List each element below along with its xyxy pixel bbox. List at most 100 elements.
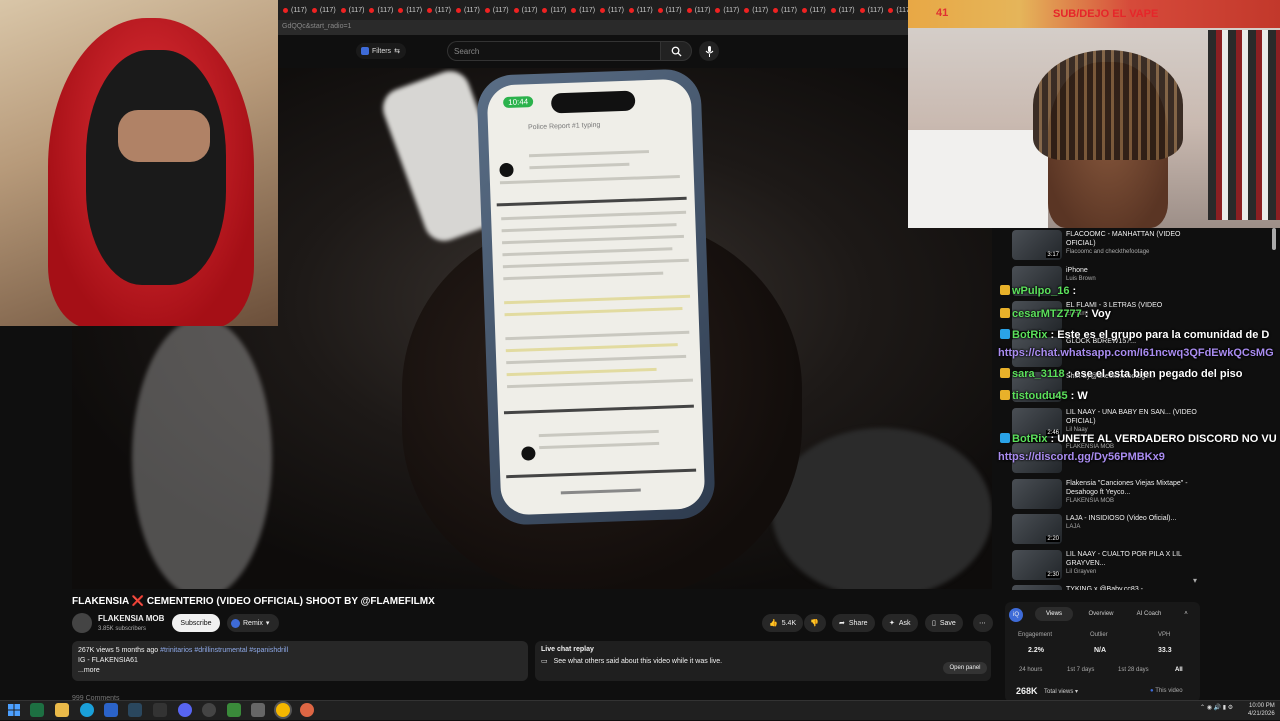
browser-tab[interactable]: (117): [600, 7, 624, 14]
chevron-down-icon[interactable]: ▾: [1193, 576, 1197, 585]
scrollbar[interactable]: [1272, 228, 1276, 250]
browser-tab[interactable]: (117): [657, 7, 682, 14]
windows-start-icon[interactable]: [8, 703, 22, 717]
browser-tab[interactable]: (117): [484, 7, 509, 14]
chat-username[interactable]: BotRix: [1012, 329, 1047, 341]
doc-rule: [503, 404, 694, 415]
microphone-icon: [705, 45, 713, 57]
chat-username[interactable]: cesarMTZ777: [1012, 308, 1082, 320]
ask-button[interactable]: ✦ Ask: [882, 614, 918, 632]
recommendation-item[interactable]: 2:20 LAJA - INSIDIOSO (Video Oficial)... L…: [1012, 514, 1198, 548]
chrome-profile-icon[interactable]: [300, 703, 314, 717]
avatar[interactable]: [72, 613, 92, 633]
range-all[interactable]: All: [1175, 667, 1183, 673]
browser-tab[interactable]: (117): [744, 7, 768, 14]
subscribe-button[interactable]: Subscribe: [172, 614, 220, 632]
edge-icon[interactable]: [80, 703, 94, 717]
chat-text: ese el esta bien pegado del piso: [1074, 368, 1243, 380]
recommendation-title[interactable]: Flakensia "Canciones Viejas Mixtape" - D…: [1066, 479, 1198, 497]
share-button[interactable]: ➦ Share: [832, 614, 875, 632]
discord-icon[interactable]: [178, 703, 192, 717]
tab-overview[interactable]: Overview: [1082, 607, 1120, 621]
video-thumbnail[interactable]: 2:20: [1012, 514, 1062, 544]
chat-link[interactable]: https://chat.whatsapp.com/I61ncwq3QFdEwk…: [998, 347, 1274, 359]
recommendation-item[interactable]: 2:30 LIL NAAY - CUALTO POR PILA X LIL GRA…: [1012, 549, 1198, 584]
chat-separator: :: [1081, 308, 1092, 320]
dislike-button[interactable]: 👎: [804, 614, 826, 632]
tab-views[interactable]: Views: [1035, 607, 1073, 621]
recommendation-channel: Luis Brown: [1066, 275, 1096, 282]
browser-tab[interactable]: (117): [340, 7, 364, 14]
browser-tab[interactable]: (117): [398, 7, 422, 14]
video-thumbnail[interactable]: 2:30: [1012, 549, 1062, 580]
chat-username[interactable]: wPulpo_16: [1012, 285, 1069, 297]
browser-tab[interactable]: (117): [369, 7, 393, 14]
browser-tab[interactable]: (117): [859, 7, 883, 14]
recommendation-title[interactable]: iPhone: [1066, 266, 1096, 275]
browser-tab[interactable]: (117): [283, 7, 307, 14]
system-tray[interactable]: ⌃ ◉ 🔊 ▮ ⚙: [1200, 704, 1233, 711]
filters-button[interactable]: Filters ⇆: [356, 43, 406, 59]
like-button[interactable]: 👍 5.4K: [762, 614, 804, 632]
open-panel-button[interactable]: Open panel: [943, 662, 987, 674]
browser-tab[interactable]: (117): [686, 7, 710, 14]
description-box[interactable]: 267K views 5 months ago #trinitarios #dr…: [72, 641, 528, 681]
file-explorer-icon[interactable]: [55, 703, 69, 717]
hashtags[interactable]: #trinitarios #drillinstrumental #spanish…: [160, 647, 288, 654]
more-link[interactable]: ...more: [78, 666, 522, 676]
voice-search-button[interactable]: [699, 41, 719, 61]
video-thumbnail[interactable]: [1012, 585, 1062, 590]
browser-tab[interactable]: (117): [455, 7, 480, 14]
more-actions-button[interactable]: ⋯: [973, 614, 993, 632]
recommendation-title[interactable]: LIL NAAY - UNA BABY EN SAN... (VIDEO OFI…: [1066, 408, 1198, 426]
chevron-up-icon[interactable]: ˄: [1180, 607, 1192, 621]
browser-tab[interactable]: (117): [427, 7, 451, 14]
calendar-icon[interactable]: [227, 703, 241, 717]
range-24h[interactable]: 24 hours: [1019, 667, 1042, 673]
recommendation-title[interactable]: LIL NAAY - CUALTO POR PILA X LIL GRAYVEN…: [1066, 550, 1198, 568]
chat-link[interactable]: https://discord.gg/Dy56PMBKx9: [998, 451, 1165, 463]
channel-name[interactable]: FLAKENSIA MOB: [98, 614, 164, 623]
range-7d[interactable]: 1st 7 days: [1067, 667, 1094, 673]
chat-username[interactable]: sara_3118: [1012, 368, 1065, 380]
browser-tab[interactable]: (117): [773, 7, 797, 14]
address-bar[interactable]: GdQQc&start_radio=1: [278, 20, 908, 35]
browser-tab[interactable]: (117): [801, 7, 826, 14]
steam-icon[interactable]: [128, 703, 142, 717]
obs-icon[interactable]: [202, 703, 216, 717]
excel-icon[interactable]: [30, 703, 44, 717]
browser-tab[interactable]: (117): [715, 7, 739, 14]
chat-username[interactable]: tistoudu45: [1012, 390, 1068, 402]
recommendation-title[interactable]: LAJA - INSIDIOSO (Video Oficial)...: [1066, 514, 1176, 523]
browser-tab[interactable]: (117): [628, 7, 653, 14]
remix-button[interactable]: Remix ▾: [227, 614, 279, 632]
browser-tab[interactable]: (117): [311, 7, 336, 14]
outlook-icon[interactable]: [104, 703, 118, 717]
total-views-dropdown[interactable]: Total views ▾: [1044, 688, 1078, 695]
browser-tab[interactable]: (117): [571, 7, 595, 14]
browser-tab[interactable]: (117): [830, 7, 855, 14]
chat-username[interactable]: BotRix: [1012, 433, 1047, 445]
tab-ai-coach[interactable]: AI Coach: [1130, 607, 1168, 621]
search-input[interactable]: Search: [447, 41, 660, 61]
recommendation-item[interactable]: TYKING x @Baby.cc83 -: [1012, 585, 1198, 590]
recommendation-title[interactable]: TYKING x @Baby.cc83 -: [1066, 585, 1143, 590]
settings-icon[interactable]: [251, 703, 265, 717]
search-button[interactable]: [660, 41, 692, 61]
tool-icon[interactable]: [153, 703, 167, 717]
total-views-label: Total views: [1044, 689, 1074, 695]
save-button[interactable]: ▯ Save: [925, 614, 963, 632]
youtube-favicon-icon: [888, 7, 894, 13]
clock[interactable]: 10:00 PM 4/21/2026: [1248, 702, 1275, 718]
range-28d[interactable]: 1st 28 days: [1118, 667, 1149, 673]
video-thumbnail[interactable]: 3:17: [1012, 230, 1062, 260]
chrome-icon[interactable]: [276, 703, 290, 717]
recommendation-item[interactable]: 3:17 FLACOOMC - MANHATTAN (VIDEO OFICIAL)…: [1012, 230, 1198, 264]
browser-tab[interactable]: (117): [542, 7, 566, 14]
browser-tab[interactable]: (117): [513, 7, 537, 14]
recommendation-item[interactable]: Flakensia "Canciones Viejas Mixtape" - D…: [1012, 478, 1198, 513]
doc-highlight: [504, 306, 683, 317]
browser-tab[interactable]: (117): [888, 7, 908, 14]
video-thumbnail[interactable]: [1012, 478, 1062, 509]
recommendation-title[interactable]: FLACOOMC - MANHATTAN (VIDEO OFICIAL): [1066, 230, 1198, 248]
